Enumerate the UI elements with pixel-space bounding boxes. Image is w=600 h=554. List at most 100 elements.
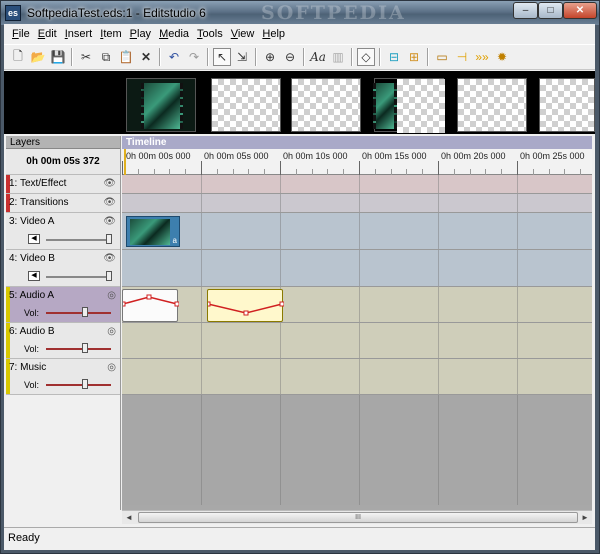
track-audio-b[interactable]	[122, 323, 592, 359]
volume-envelope	[120, 294, 180, 307]
slider-handle[interactable]	[82, 307, 88, 317]
menu-tools[interactable]: Tools	[197, 28, 223, 40]
time-ruler[interactable]: 0h 00m 00s 000 0h 00m 05s 000 0h 00m 10s…	[122, 149, 592, 175]
thumbnail-empty[interactable]	[539, 78, 595, 132]
layer-text-effect[interactable]: 1: Text/Effect 👁	[6, 175, 120, 194]
redo-icon[interactable]: ↷	[185, 48, 203, 66]
track-text-effect[interactable]	[122, 175, 592, 194]
align-left-icon[interactable]: ⊟	[385, 48, 403, 66]
track-video-a[interactable]: a	[122, 213, 592, 250]
speaker-toggle-icon[interactable]: ◎	[107, 290, 116, 301]
volume-slider[interactable]	[46, 384, 111, 386]
slider-handle[interactable]	[82, 343, 88, 353]
volume-slider[interactable]	[46, 312, 111, 314]
eye-icon[interactable]: 👁	[103, 197, 116, 208]
keyframe-icon[interactable]: ◇	[357, 48, 375, 66]
layer-video-b[interactable]: 4: Video B 👁 ◀	[6, 250, 120, 287]
save-icon[interactable]: 💾	[49, 48, 67, 66]
speaker-icon[interactable]: ◀	[28, 234, 40, 244]
render-icon[interactable]: ▭	[433, 48, 451, 66]
audio-clip[interactable]	[120, 289, 180, 322]
opacity-slider[interactable]	[46, 276, 111, 278]
eye-icon[interactable]: 👁	[103, 216, 116, 227]
speaker-toggle-icon[interactable]: ◎	[107, 362, 116, 373]
menu-label: lay	[137, 28, 152, 40]
menu-play[interactable]: Play	[130, 28, 151, 40]
toolbar-separator	[207, 48, 209, 66]
thumbnail-video[interactable]	[373, 78, 445, 133]
track-audio-a[interactable]	[120, 287, 592, 323]
menu-help[interactable]: Help	[262, 28, 285, 40]
zoom-out-icon[interactable]: ⊖	[281, 48, 299, 66]
split-icon[interactable]: ⊣	[453, 48, 471, 66]
eye-icon[interactable]: 👁	[103, 253, 116, 264]
status-text: Ready	[8, 532, 40, 544]
track-video-b[interactable]	[122, 250, 592, 287]
menu-item[interactable]: Item	[100, 28, 121, 40]
thumbnail-video[interactable]	[126, 78, 196, 132]
timeline-panel: Timeline 0h 00m 00s 000 0h 00m 05s 000 0…	[120, 136, 592, 510]
eye-icon[interactable]: 👁	[103, 178, 116, 189]
slider-handle[interactable]	[106, 234, 112, 244]
opacity-slider[interactable]	[46, 239, 111, 241]
menu-label: ools	[202, 28, 223, 40]
align-right-icon[interactable]: ⊞	[405, 48, 423, 66]
app-icon[interactable]: es	[5, 5, 21, 21]
menu-file[interactable]: File	[12, 28, 30, 40]
zoom-in-icon[interactable]: ⊕	[261, 48, 279, 66]
playhead[interactable]	[124, 149, 126, 175]
scrollbar-thumb[interactable]: III	[138, 512, 578, 523]
ruler-tick-label: 0h 00m 05s 000	[204, 151, 269, 161]
select-pointer-icon[interactable]: ↖	[213, 48, 231, 66]
close-button[interactable]: ✕	[563, 2, 597, 19]
menu-edit[interactable]: Edit	[38, 28, 57, 40]
title-bar[interactable]: es SoftpediaTest.eds:1 - Editstudio 6 SO…	[1, 1, 599, 25]
arrows-icon[interactable]: »»	[473, 48, 491, 66]
audio-clip-selected[interactable]	[205, 289, 285, 322]
maximize-button[interactable]: □	[538, 2, 563, 19]
layer-transitions[interactable]: 2: Transitions 👁	[6, 194, 120, 213]
open-folder-icon[interactable]: 📂	[29, 48, 47, 66]
ruler-tick-label: 0h 00m 25s 000	[520, 151, 585, 161]
paste-icon[interactable]: 📋	[117, 48, 135, 66]
menu-view[interactable]: View	[231, 28, 255, 40]
cut-icon[interactable]: ✂	[77, 48, 95, 66]
menu-insert[interactable]: Insert	[65, 28, 93, 40]
speaker-icon[interactable]: ◀	[28, 271, 40, 281]
scroll-left-button[interactable]: ◄	[122, 512, 136, 524]
settings-icon[interactable]: ✹	[493, 48, 511, 66]
transition-tool-icon[interactable]: ▥	[329, 48, 347, 66]
speaker-toggle-icon[interactable]: ◎	[107, 326, 116, 337]
layer-video-a[interactable]: 3: Video A 👁 ◀	[6, 213, 120, 250]
layer-audio-b[interactable]: 6: Audio B ◎ Vol:	[6, 323, 120, 359]
slider-handle[interactable]	[82, 379, 88, 389]
timeline-empty-area[interactable]	[122, 395, 592, 505]
layer-music[interactable]: 7: Music ◎ Vol:	[6, 359, 120, 395]
track-transitions[interactable]	[122, 194, 592, 213]
copy-icon[interactable]: ⧉	[97, 48, 115, 66]
toolbar-separator	[351, 48, 353, 66]
layer-label: 2: Transitions	[9, 197, 69, 208]
toolbar-separator	[379, 48, 381, 66]
undo-icon[interactable]: ↶	[165, 48, 183, 66]
ruler-tick-label: 0h 00m 15s 000	[362, 151, 427, 161]
slider-handle[interactable]	[106, 271, 112, 281]
thumbnail-empty[interactable]	[291, 78, 361, 132]
menu-accelerator: E	[37, 28, 46, 40]
scroll-right-button[interactable]: ►	[578, 512, 592, 524]
text-tool-icon[interactable]: Aa	[309, 48, 327, 66]
delete-icon[interactable]: ✕	[137, 48, 155, 66]
volume-slider[interactable]	[46, 348, 111, 350]
track-music[interactable]	[122, 359, 592, 395]
select-range-icon[interactable]: ⇲	[233, 48, 251, 66]
video-clip[interactable]: a	[126, 216, 180, 247]
menu-accelerator: P	[129, 28, 137, 40]
new-file-icon[interactable]: 🗋	[9, 48, 27, 66]
horizontal-scrollbar[interactable]: ◄ III ►	[122, 510, 592, 524]
menu-accelerator: M	[159, 28, 169, 40]
minimize-button[interactable]: –	[513, 2, 538, 19]
thumbnail-empty[interactable]	[457, 78, 527, 132]
thumbnail-empty[interactable]	[211, 78, 281, 132]
menu-media[interactable]: Media	[159, 28, 189, 40]
layer-audio-a[interactable]: 5: Audio A ◎ Vol:	[6, 287, 120, 323]
